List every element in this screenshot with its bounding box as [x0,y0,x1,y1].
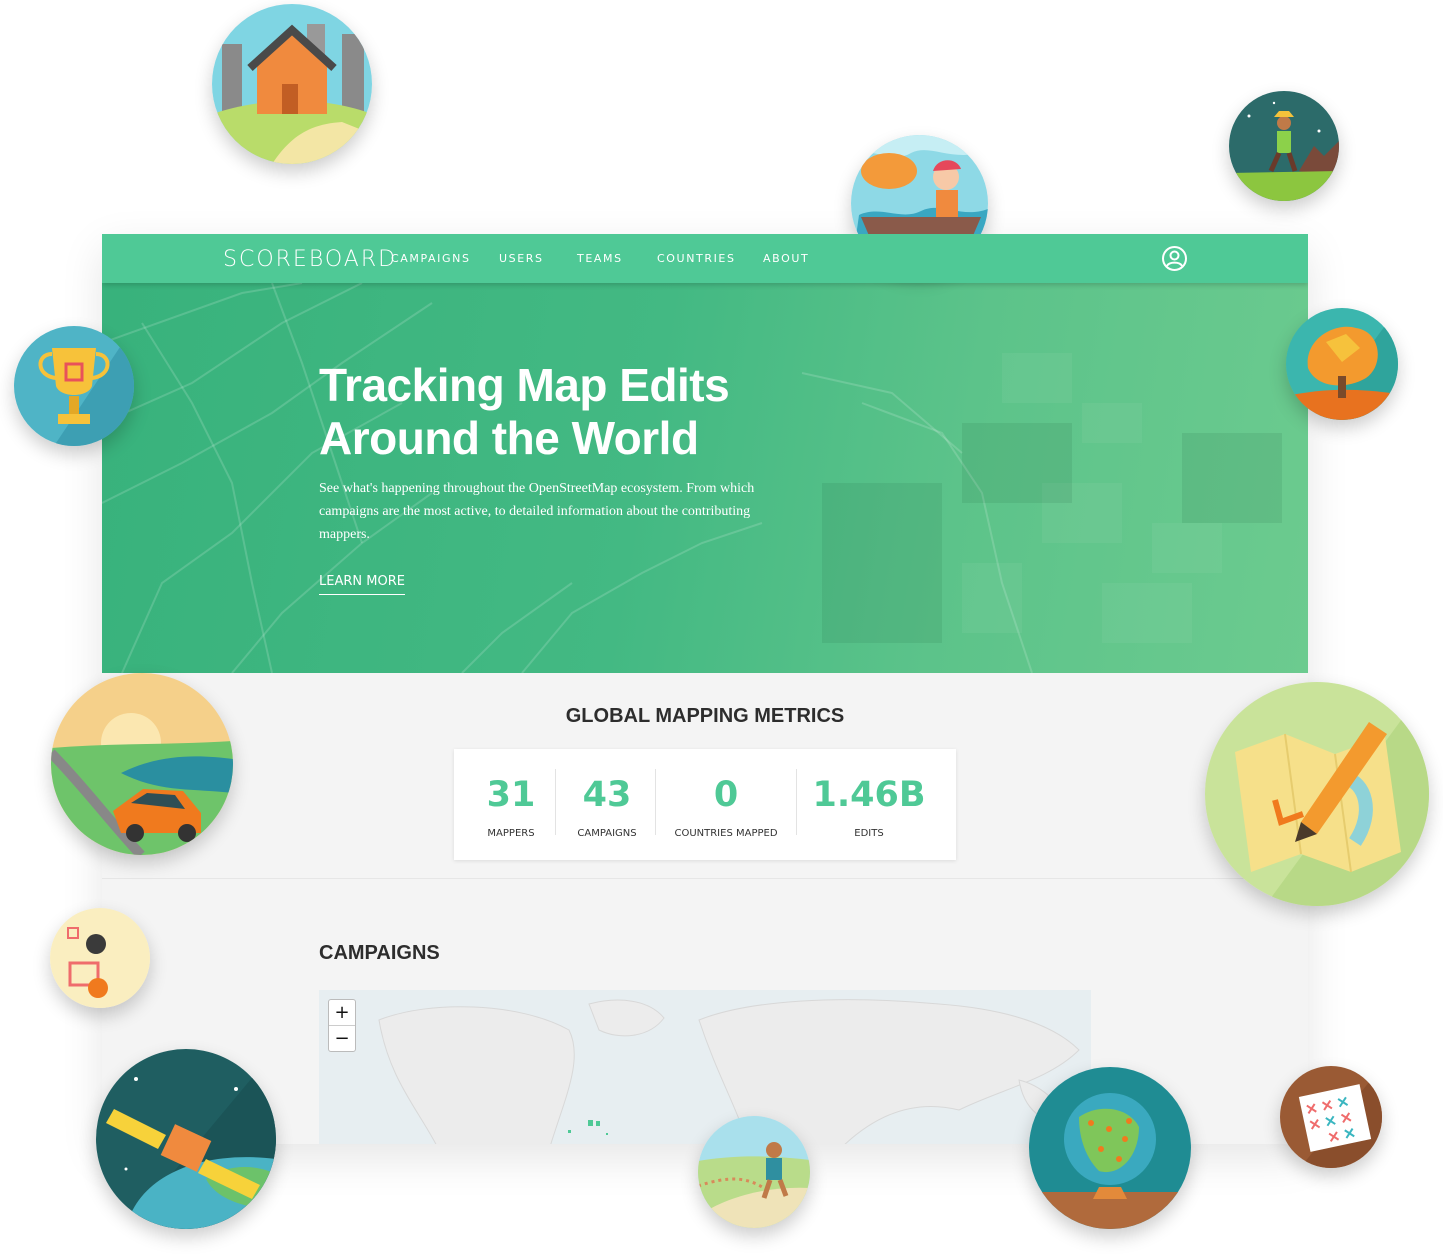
metrics-heading: GLOBAL MAPPING METRICS [565,705,845,727]
hero-description: See what's happening throughout the Open… [319,481,755,542]
metric-value: 0 [713,775,739,815]
autumn-tree-illustration [1286,308,1398,420]
hiker-illustration [1229,91,1339,201]
metric-value: 31 [486,775,536,815]
campaigns-heading: CAMPAIGNS [319,942,440,964]
hero-title: Tracking Map Edits Around the World [319,359,730,464]
metric-divider [796,769,797,835]
app-window: SCOREBOARD CAMPAIGNS USERS TEAMS COUNTRI… [102,234,1308,1144]
car-coast-illustration [51,673,233,855]
metric-label: COUNTRIES MAPPED [674,828,778,839]
metrics-card: 31 MAPPERS 43 CAMPAIGNS 0 COUNTRIES MAPP… [454,749,956,860]
map-zoom-control: + − [328,999,356,1052]
campaigns-map[interactable]: + − [319,990,1091,1144]
campaign-marker[interactable] [588,1120,593,1126]
trophy-illustration [14,326,134,446]
runner-illustration [698,1116,810,1228]
brand-logo[interactable]: SCOREBOARD [223,247,397,272]
user-circle-icon[interactable] [1161,245,1188,272]
globe-illustration [1029,1067,1191,1229]
metric-label: EDITS [854,828,884,839]
campaign-marker[interactable] [596,1121,600,1126]
nav-users[interactable]: USERS [499,252,544,265]
nav-countries[interactable]: COUNTRIES [657,252,736,265]
nav-teams[interactable]: TEAMS [577,252,623,265]
satellite-illustration [96,1049,276,1229]
metric-label: MAPPERS [487,828,535,839]
metric-campaigns: 43 CAMPAIGNS [564,749,650,860]
campaign-marker[interactable] [568,1130,571,1133]
zoom-out-button[interactable]: − [329,1025,355,1051]
metric-divider [655,769,656,835]
metric-value: 43 [582,775,632,815]
metric-divider [555,769,556,835]
metric-label: CAMPAIGNS [577,828,637,839]
zoom-in-button[interactable]: + [329,1000,355,1025]
metric-mappers: 31 MAPPERS [474,749,548,860]
map-pencil-illustration [1205,682,1429,906]
nav-campaigns[interactable]: CAMPAIGNS [391,252,471,265]
learn-more-link[interactable]: LEARN MORE [319,574,405,595]
top-navbar: SCOREBOARD CAMPAIGNS USERS TEAMS COUNTRI… [102,234,1308,283]
house-illustration [212,4,372,164]
metric-edits: 1.46B EDITS [804,749,934,860]
metric-countries: 0 COUNTRIES MAPPED [664,749,788,860]
metric-value: 1.46B [812,775,926,815]
bingo-illustration [50,908,150,1008]
world-basemap [378,999,1080,1144]
hero-banner: Tracking Map Edits Around the World See … [102,283,1308,673]
nav-about[interactable]: ABOUT [763,252,809,265]
campaign-marker[interactable] [606,1133,608,1135]
section-divider [102,878,1308,879]
calendar-illustration [1280,1066,1382,1168]
